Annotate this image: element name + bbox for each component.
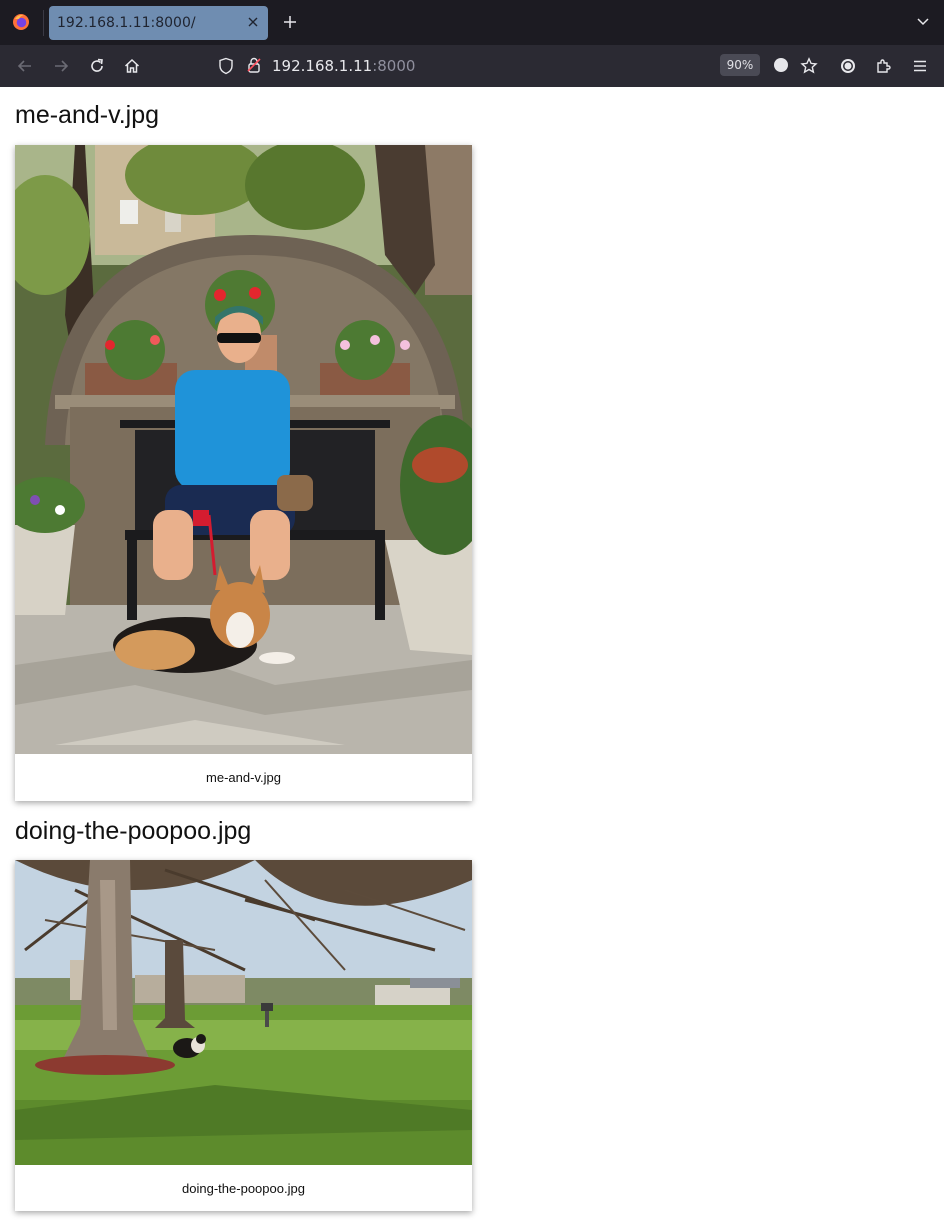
url-port: :8000 [372,57,416,75]
browser-tab-active[interactable]: 192.168.1.11:8000/ [49,6,268,40]
image-heading: me-and-v.jpg [15,101,160,129]
image-card: doing-the-poopoo.jpg [15,860,472,1211]
navigation-toolbar: 192.168.1.11:8000 90% [0,45,944,87]
back-arrow-icon[interactable] [16,57,34,75]
url-field[interactable]: 192.168.1.11:8000 [272,57,415,75]
extensions-puzzle-icon[interactable] [875,57,893,75]
close-tab-icon[interactable] [246,15,260,29]
image-caption: me-and-v.jpg [206,770,281,785]
tab-title: 192.168.1.11:8000/ [57,15,196,31]
photo-doing-the-poopoo [15,860,472,1165]
image-card: me-and-v.jpg [15,145,472,801]
insecure-lock-icon[interactable] [246,56,262,74]
hamburger-menu-icon[interactable] [911,57,929,75]
tab-separator [43,10,44,36]
zoom-level-button[interactable]: 90% [720,54,760,76]
home-icon[interactable] [123,57,141,75]
image-caption: doing-the-poopoo.jpg [182,1181,305,1196]
tab-bar: 192.168.1.11:8000/ [0,0,944,45]
tracking-shield-icon[interactable] [218,57,234,75]
reload-icon[interactable] [88,57,106,75]
firefox-logo-icon[interactable] [12,13,30,31]
forward-arrow-icon[interactable] [52,57,70,75]
extension-circle-icon[interactable] [774,58,788,72]
chevron-down-icon[interactable] [916,16,930,28]
bookmark-star-icon[interactable] [800,57,818,75]
url-host: 192.168.1.11 [272,57,373,75]
image-heading: doing-the-poopoo.jpg [15,817,252,845]
account-circle-icon[interactable] [839,57,857,75]
new-tab-icon[interactable] [282,14,298,30]
photo-me-and-v [15,145,472,754]
